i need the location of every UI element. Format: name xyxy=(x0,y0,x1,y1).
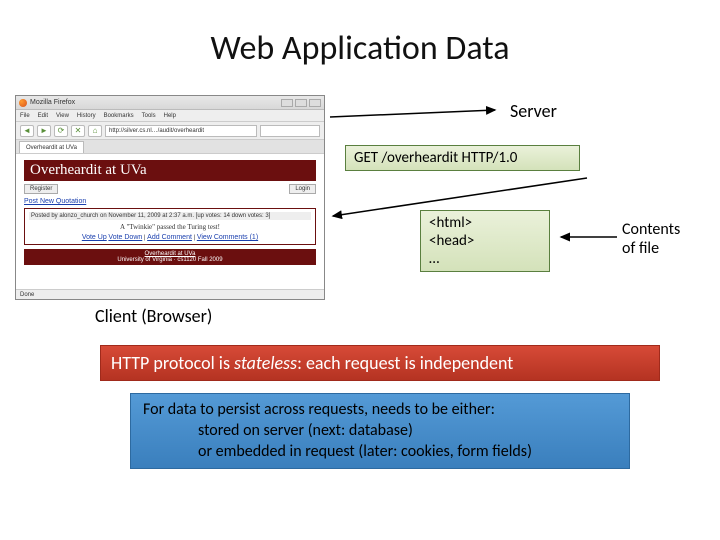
window-title: Mozilla Firefox xyxy=(30,99,75,106)
menu-item[interactable]: View xyxy=(56,113,69,119)
server-label: Server xyxy=(510,100,557,122)
view-comments-link[interactable]: View Comments (1) xyxy=(197,234,258,241)
site-footer: Overheardit at UVa University of Virgini… xyxy=(24,249,316,265)
url-bar[interactable]: http://silver.cs.nl…/audit/overheardit xyxy=(105,125,257,137)
text-line: Contents xyxy=(622,220,680,239)
browser-status-bar: Done xyxy=(16,289,324,299)
register-button[interactable]: Register xyxy=(24,184,58,194)
browser-tab[interactable]: Overheardit at UVa xyxy=(19,141,84,153)
menu-item[interactable]: Help xyxy=(164,113,176,119)
home-button[interactable]: ⌂ xyxy=(88,125,102,137)
menu-item[interactable]: History xyxy=(77,113,96,119)
text: : each request is independent xyxy=(297,352,513,374)
browser-menubar: File Edit View History Bookmarks Tools H… xyxy=(16,110,324,122)
browser-tabbar: Overheardit at UVa xyxy=(16,140,324,154)
site-header: Overheardit at UVa xyxy=(24,160,316,181)
post-new-quote-link[interactable]: Post New Quotation xyxy=(24,198,86,205)
menu-item[interactable]: Bookmarks xyxy=(104,113,134,119)
persistence-callout: For data to persist across requests, nee… xyxy=(130,393,630,469)
browser-titlebar: Mozilla Firefox xyxy=(16,96,324,110)
text-line: or embedded in request (later: cookies, … xyxy=(143,442,617,463)
footer-subtitle: University of Virginia · cs1120 Fall 200… xyxy=(117,257,222,263)
add-comment-link[interactable]: Add Comment xyxy=(147,234,192,241)
contents-of-file-label: Contents of file xyxy=(622,220,680,258)
search-bar[interactable] xyxy=(260,125,320,137)
maximize-button[interactable] xyxy=(295,99,307,107)
stop-button[interactable]: ✕ xyxy=(71,125,85,137)
menu-item[interactable]: Tools xyxy=(142,113,156,119)
close-button[interactable] xyxy=(309,99,321,107)
reload-button[interactable]: ⟳ xyxy=(54,125,68,137)
post-quote: A "Twinkie" passed the Turing test! xyxy=(29,223,311,231)
forward-button[interactable]: ► xyxy=(37,125,51,137)
back-button[interactable]: ◄ xyxy=(20,125,34,137)
http-response-box: <html> <head> … xyxy=(420,210,550,272)
page-content: Overheardit at UVa Register Login Post N… xyxy=(16,154,324,289)
slide-title: Web Application Data xyxy=(0,28,720,69)
http-request-box: GET /overheardit HTTP/1.0 xyxy=(345,145,580,171)
vote-up-link[interactable]: Vote Up xyxy=(82,234,107,241)
menu-item[interactable]: Edit xyxy=(38,113,48,119)
client-browser-label: Client (Browser) xyxy=(95,305,212,327)
browser-toolbar: ◄ ► ⟳ ✕ ⌂ http://silver.cs.nl…/audit/ove… xyxy=(16,122,324,140)
browser-window: Mozilla Firefox File Edit View History B… xyxy=(15,95,325,300)
firefox-icon xyxy=(19,99,27,107)
response-line: … xyxy=(429,250,541,268)
contents-arrow xyxy=(555,231,620,243)
stateless-word: stateless xyxy=(234,352,297,374)
minimize-button[interactable] xyxy=(281,99,293,107)
post-meta: Posted by alonzo_church on November 11, … xyxy=(29,212,311,220)
response-line: <head> xyxy=(429,232,541,250)
login-button[interactable]: Login xyxy=(289,184,316,194)
vote-down-link[interactable]: Vote Down xyxy=(108,234,142,241)
text-line: of file xyxy=(622,239,680,258)
response-line: <html> xyxy=(429,214,541,232)
menu-item[interactable]: File xyxy=(20,113,30,119)
request-arrow xyxy=(330,107,510,127)
text: HTTP protocol is xyxy=(111,352,234,374)
text-line: stored on server (next: database) xyxy=(143,421,617,442)
text-line: For data to persist across requests, nee… xyxy=(143,400,617,421)
quote-post: Posted by alonzo_church on November 11, … xyxy=(24,208,316,245)
stateless-callout: HTTP protocol is stateless: each request… xyxy=(100,345,660,381)
